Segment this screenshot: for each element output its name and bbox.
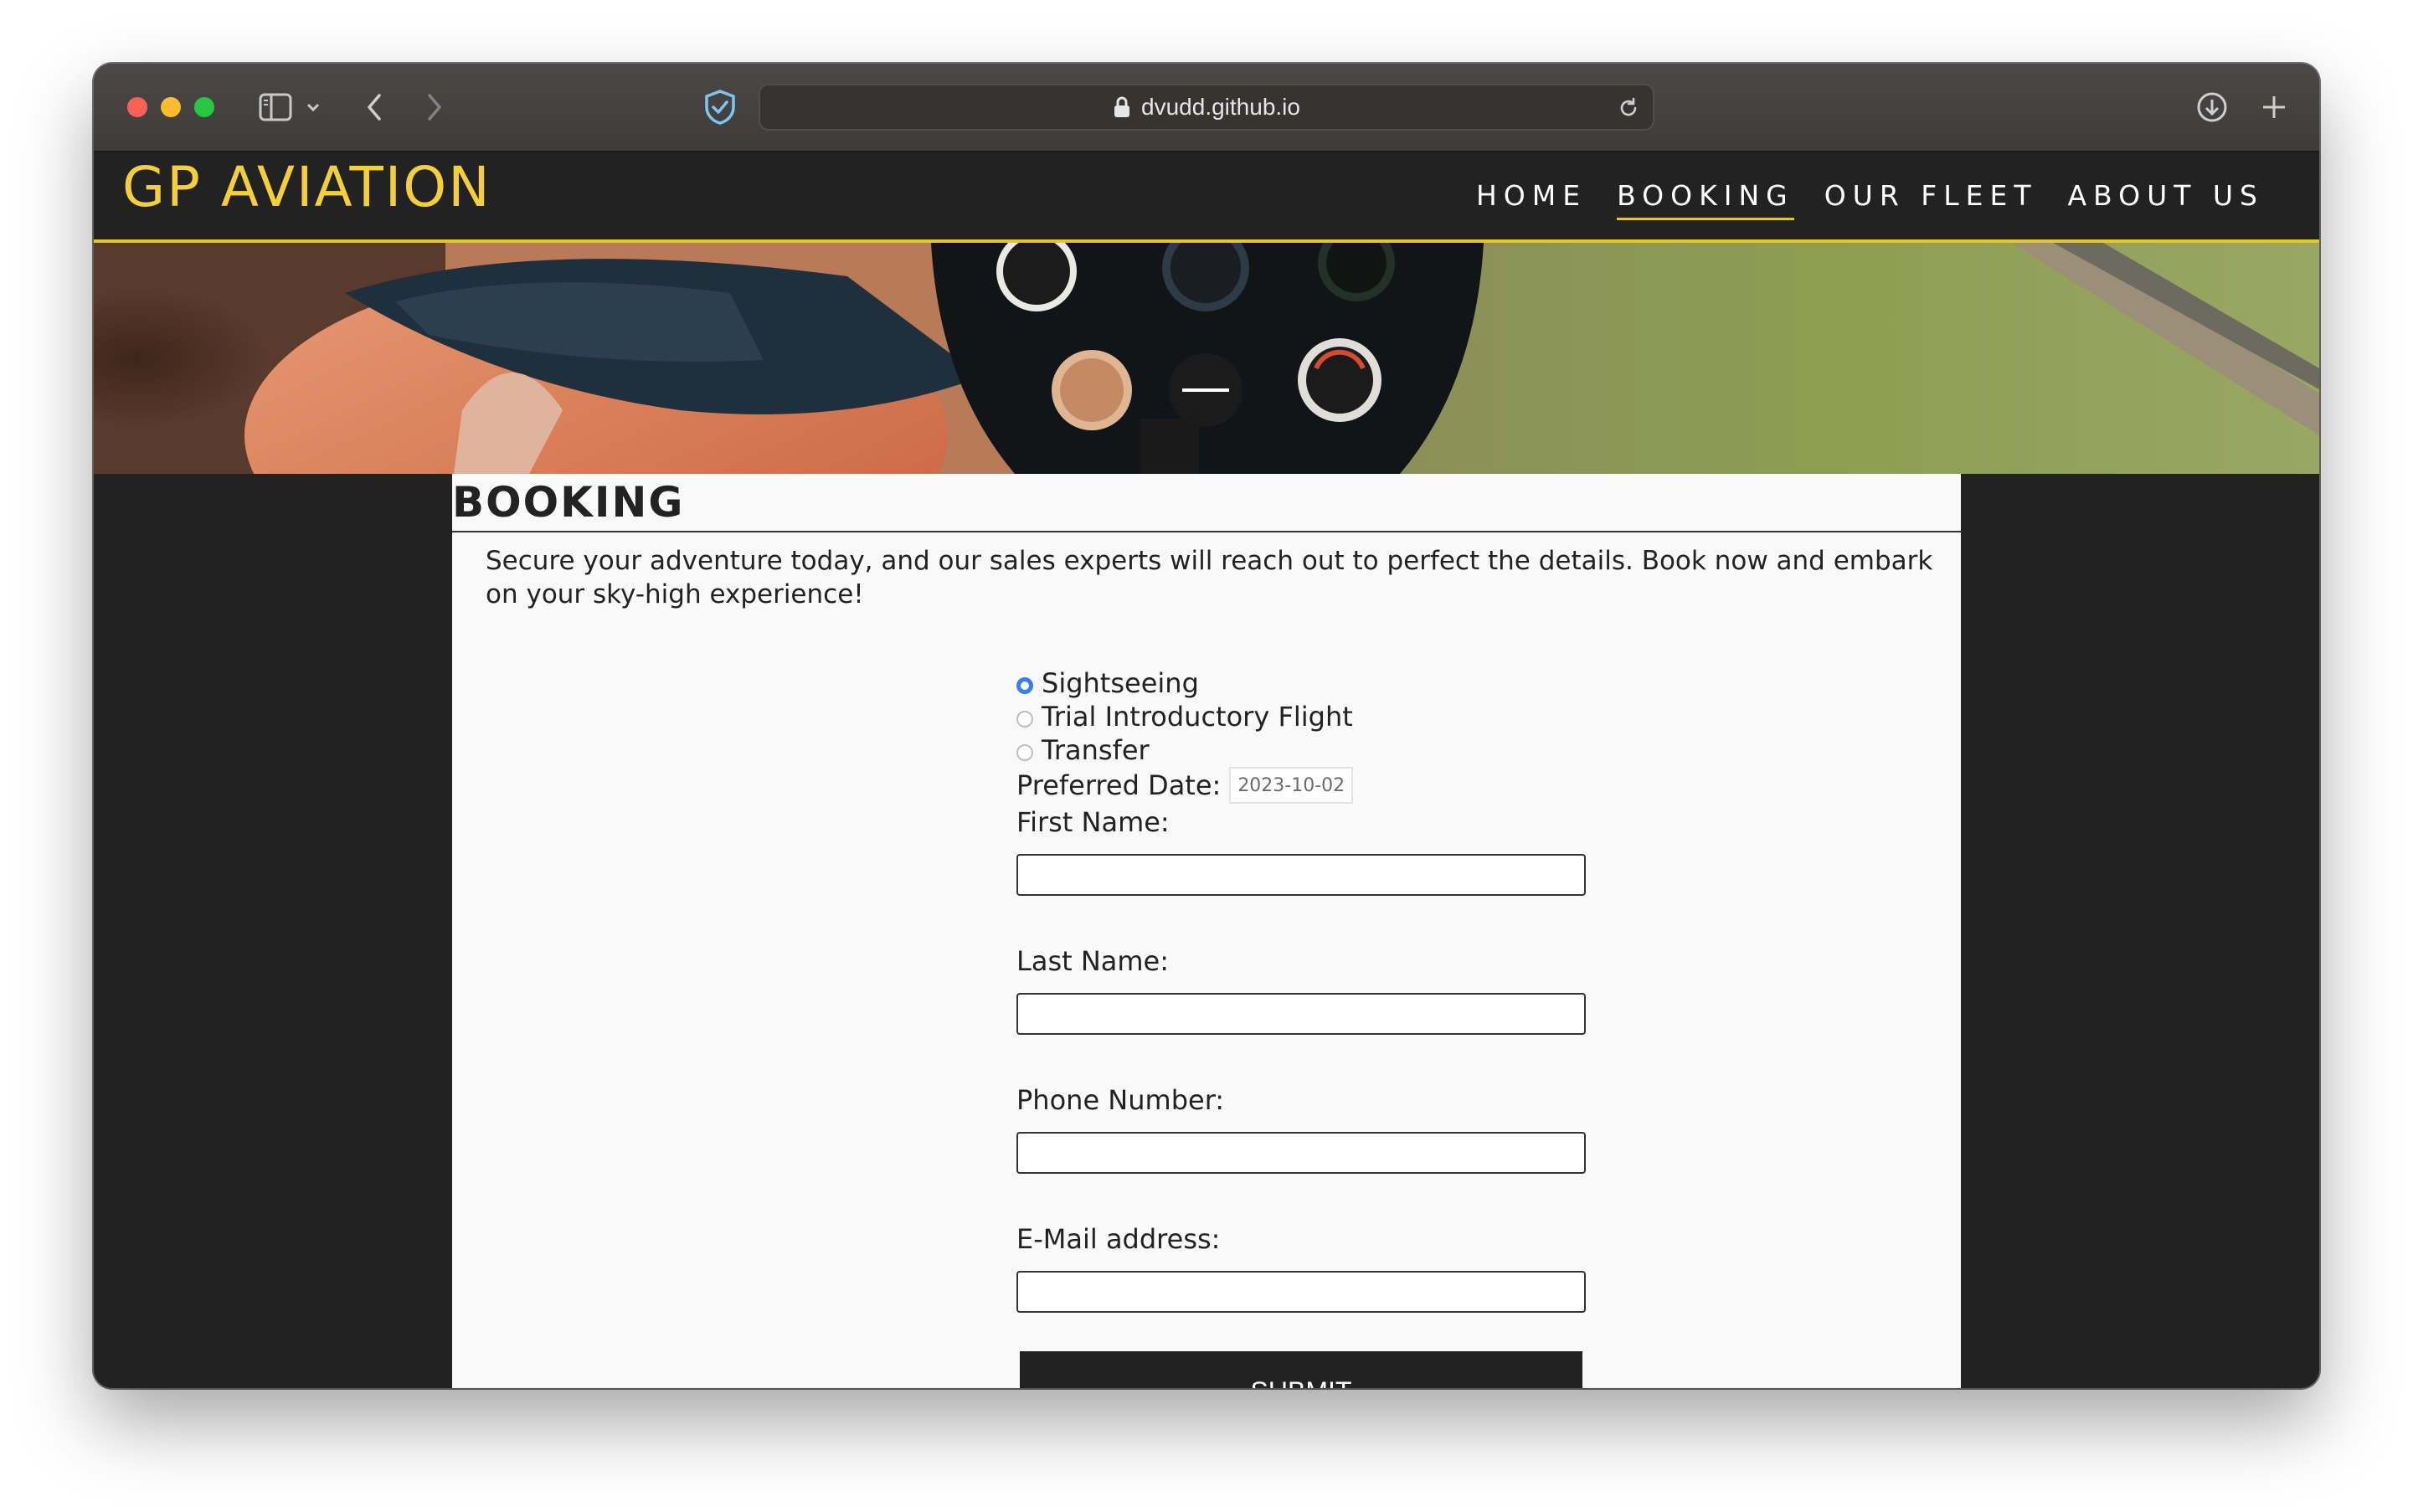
address-bar[interactable]: dvudd.github.io [759, 84, 1654, 131]
booking-form: Sightseeing Trial Introductory Flight Tr… [1016, 666, 1603, 1360]
first-name-label: First Name: [1016, 806, 1170, 838]
nav-our-fleet[interactable]: OUR FLEET [1824, 177, 2038, 220]
url-text: dvudd.github.io [1141, 94, 1300, 120]
lock-icon [1113, 95, 1131, 119]
zoom-window-button[interactable] [194, 97, 214, 117]
hero-image [94, 243, 2319, 474]
privacy-shield-icon[interactable] [700, 85, 740, 129]
page-title: BOOKING [452, 474, 1961, 532]
preferred-date-row: Preferred Date: 2023-10-02 [1016, 767, 1603, 804]
last-name-label: Last Name: [1016, 945, 1170, 977]
download-icon[interactable] [2194, 89, 2230, 126]
option-label: Transfer [1042, 734, 1150, 766]
nav-about-us[interactable]: ABOUT US [2067, 177, 2264, 220]
preferred-date-label: Preferred Date: [1016, 769, 1222, 801]
back-icon[interactable] [360, 90, 388, 124]
submit-button[interactable]: SUBMIT [1020, 1351, 1582, 1388]
nav-home[interactable]: HOME [1476, 177, 1587, 220]
site-header: GP AVIATION HOME BOOKING OUR FLEET ABOUT… [94, 152, 2319, 243]
nav-booking[interactable]: BOOKING [1617, 177, 1794, 220]
site-logo[interactable]: GP AVIATION [122, 154, 491, 221]
new-tab-icon[interactable] [2257, 89, 2291, 126]
minimize-window-button[interactable] [161, 97, 181, 117]
last-name-input[interactable] [1016, 993, 1586, 1035]
reload-icon[interactable] [1616, 95, 1641, 121]
forward-icon[interactable] [420, 90, 449, 124]
intro-text: Secure your adventure today, and our sal… [486, 546, 1933, 609]
email-label: E-Mail address: [1016, 1223, 1221, 1255]
close-window-button[interactable] [127, 97, 147, 117]
option-label: Sightseeing [1042, 667, 1199, 699]
phone-number-input[interactable] [1016, 1132, 1586, 1174]
preferred-date-input[interactable]: 2023-10-02 [1229, 767, 1354, 804]
option-label: Trial Introductory Flight [1042, 701, 1353, 733]
radio-sightseeing[interactable] [1016, 677, 1033, 694]
option-sightseeing[interactable]: Sightseeing [1016, 666, 1603, 700]
chevron-down-icon[interactable] [303, 95, 323, 119]
email-input[interactable] [1016, 1271, 1586, 1313]
hero-photo-illustration [94, 243, 2319, 474]
browser-toolbar: dvudd.github.io [94, 64, 2319, 152]
phone-number-label: Phone Number: [1016, 1084, 1225, 1116]
browser-window: dvudd.github.io GP AVIATION HOME BOOKING… [94, 64, 2319, 1388]
option-trial-introductory-flight[interactable]: Trial Introductory Flight [1016, 700, 1603, 733]
option-transfer[interactable]: Transfer [1016, 733, 1603, 767]
main-nav: HOME BOOKING OUR FLEET ABOUT US [1476, 177, 2264, 220]
radio-transfer[interactable] [1016, 744, 1033, 761]
booking-section: BOOKING Secure your adventure today, and… [452, 474, 1961, 1388]
radio-trial-introductory-flight[interactable] [1016, 711, 1033, 728]
first-name-input[interactable] [1016, 854, 1586, 896]
sidebar-icon[interactable] [258, 92, 293, 122]
